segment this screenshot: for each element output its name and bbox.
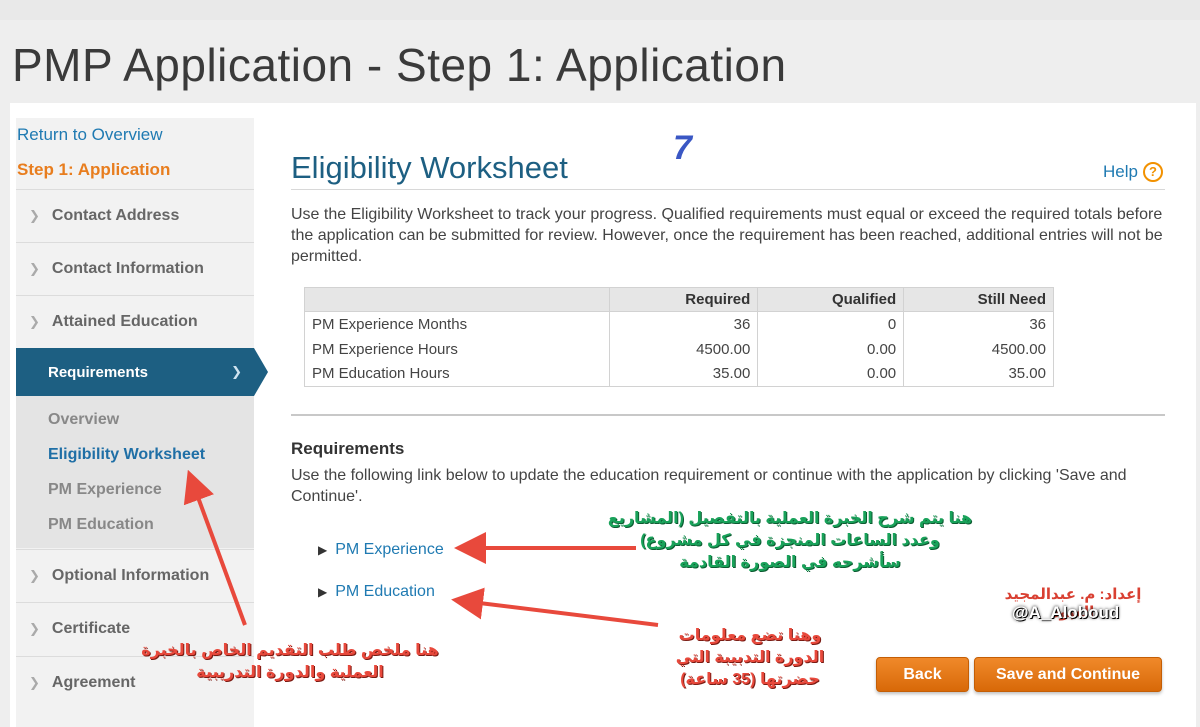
- title-divider: [291, 189, 1165, 190]
- help-label: Help: [1103, 162, 1138, 181]
- chevron-right-icon: ❯: [231, 364, 242, 379]
- required-value: 35.00: [609, 361, 759, 387]
- question-icon: ?: [1142, 162, 1163, 182]
- row-label: PM Education Hours: [303, 361, 611, 387]
- requirements-heading: Requirements: [291, 439, 405, 458]
- column-header: Still Need: [903, 287, 1054, 312]
- subnav-overview[interactable]: Overview: [48, 411, 119, 429]
- chevron-right-icon: ❯: [29, 675, 40, 690]
- browser-top-strip: [0, 0, 1200, 20]
- sidebar-item-label: Agreement: [51, 674, 136, 691]
- required-value: 4500.00: [609, 336, 759, 362]
- chevron-right-icon: ❯: [29, 261, 40, 276]
- subnav-pm-experience[interactable]: PM Experience: [48, 481, 162, 499]
- required-value: 36: [609, 311, 759, 337]
- qualified-value: 0.00: [757, 336, 905, 362]
- sidebar-item-label: Certificate: [51, 620, 131, 637]
- pm-education-link[interactable]: ▶ PM Education: [318, 583, 435, 601]
- requirements-text: Use the following link below to update t…: [291, 467, 1127, 505]
- sidebar-item-label: Contact Information: [51, 260, 204, 277]
- table-header-row: Required Qualified Still Need: [303, 287, 1054, 312]
- table-row: PM Education Hours 35.00 0.00 35.00: [303, 361, 1054, 387]
- still-need-value: 35.00: [903, 361, 1054, 387]
- experience-annotation: هنا يتم شرح الخبرة العملية بالتفصيل (الم…: [607, 510, 973, 571]
- step-title: Step 1: Application: [17, 160, 171, 179]
- qualified-value: 0.00: [757, 361, 905, 387]
- author-handle: @A_Aloboud: [1012, 603, 1120, 622]
- sidebar-item-requirements[interactable]: Requirements ❯: [16, 348, 254, 396]
- sidebar-item-label: Attained Education: [51, 313, 198, 330]
- active-item-pointer: [254, 348, 268, 396]
- sidebar-item-optional-information[interactable]: ❯ Optional Information: [16, 549, 254, 602]
- link-label: PM Experience: [335, 541, 444, 558]
- page-title: PMP Application - Step 1: Application: [12, 39, 787, 91]
- eligibility-table: Required Qualified Still Need PM Experie…: [303, 287, 1054, 387]
- sidebar-annotation: هنا ملخص طلب التقديم الخاص بالخبرة العمل…: [141, 642, 439, 681]
- row-label: PM Experience Months: [303, 311, 611, 337]
- sidebar-item-attained-education[interactable]: ❯ Attained Education: [16, 295, 254, 348]
- section-title: Eligibility Worksheet: [291, 150, 568, 185]
- column-header: Qualified: [757, 287, 905, 312]
- qualified-value: 0: [757, 311, 905, 337]
- link-label: PM Education: [335, 583, 435, 600]
- sidebar-item-contact-address[interactable]: ❯ Contact Address: [16, 189, 254, 242]
- chevron-right-icon: ❯: [29, 568, 40, 583]
- pm-experience-link[interactable]: ▶ PM Experience: [318, 541, 444, 559]
- section-divider: [291, 414, 1165, 416]
- education-annotation: وهنا تضع معلومات الدورة التدبيبة التي حض…: [675, 627, 825, 688]
- triangle-right-icon: ▶: [318, 585, 328, 599]
- chevron-right-icon: ❯: [29, 208, 40, 223]
- triangle-right-icon: ▶: [318, 543, 328, 557]
- sidebar-item-label: Contact Address: [51, 207, 180, 224]
- table-row: PM Experience Hours 4500.00 0.00 4500.00: [303, 336, 1054, 362]
- still-need-value: 4500.00: [903, 336, 1054, 362]
- column-header: Required: [609, 287, 759, 312]
- table-row: PM Experience Months 36 0 36: [303, 311, 1054, 337]
- chevron-right-icon: ❯: [29, 621, 40, 636]
- help-link[interactable]: Help ?: [1103, 162, 1163, 182]
- back-button[interactable]: Back: [876, 657, 969, 692]
- return-to-overview-link[interactable]: Return to Overview: [17, 125, 163, 145]
- sidebar-item-label: Optional Information: [51, 567, 210, 584]
- sidebar-item-contact-information[interactable]: ❯ Contact Information: [16, 242, 254, 295]
- subnav-eligibility-worksheet[interactable]: Eligibility Worksheet: [48, 446, 205, 464]
- column-header: [303, 287, 611, 312]
- sidebar-item-label: Requirements: [48, 363, 149, 381]
- intro-text: Use the Eligibility Worksheet to track y…: [291, 206, 1163, 265]
- row-label: PM Experience Hours: [303, 336, 611, 362]
- save-and-continue-button[interactable]: Save and Continue: [974, 657, 1162, 692]
- chevron-right-icon: ❯: [29, 314, 40, 329]
- still-need-value: 36: [903, 311, 1054, 337]
- step-number-annotation: 7: [673, 129, 692, 167]
- subnav-pm-education[interactable]: PM Education: [48, 516, 154, 534]
